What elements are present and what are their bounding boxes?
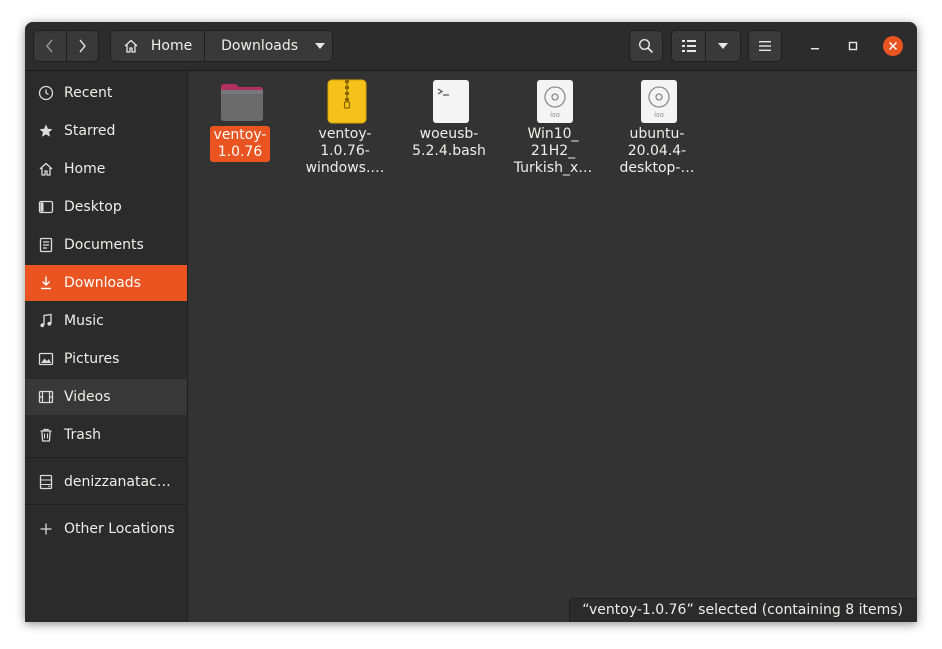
file-name-line: Win10_ — [527, 126, 579, 142]
sidebar-item-other-locations[interactable]: Other Locations — [25, 511, 187, 547]
sidebar-item-label: Downloads — [64, 275, 141, 291]
search-icon — [638, 38, 654, 54]
star-icon — [39, 124, 53, 137]
sidebar-item-starred[interactable]: Starred — [25, 113, 187, 149]
breadcrumb-home[interactable]: Home — [111, 31, 204, 61]
file-name-line: ventoy- — [213, 127, 267, 143]
sidebar-item-label: denizzanatac… — [64, 474, 171, 490]
sidebar-item-pictures[interactable]: Pictures — [25, 341, 187, 377]
file-manager-window: Home Downloads Recent Starred Home Deskt… — [25, 22, 917, 622]
sidebar-item-label: Recent — [64, 85, 113, 101]
main-menu-button[interactable] — [748, 30, 782, 62]
film-icon — [38, 390, 54, 404]
list-view-button[interactable] — [672, 31, 705, 61]
triangle-down-icon — [315, 43, 326, 49]
file-name-line: Turkish_x… — [513, 160, 593, 176]
minimize-icon — [811, 48, 819, 50]
zip-archive-icon — [327, 79, 367, 124]
file-name-line: ventoy- — [318, 126, 372, 142]
file-name-line: woeusb- — [419, 126, 479, 142]
file-name-line: 5.2.4.bash — [412, 143, 486, 159]
picture-icon — [38, 352, 54, 366]
sidebar-item-label: Music — [64, 313, 104, 329]
maximize-icon — [848, 41, 858, 51]
drive-icon — [39, 474, 53, 490]
file-name-line: windows.… — [305, 160, 385, 176]
file-name: Win10_ 21H2_ Turkish_x… — [503, 126, 603, 177]
minimize-button[interactable] — [803, 34, 827, 58]
sidebar-item-desktop[interactable]: Desktop — [25, 189, 187, 225]
sidebar-item-documents[interactable]: Documents — [25, 227, 187, 263]
header-bar: Home Downloads — [25, 22, 917, 71]
home-icon — [39, 162, 53, 176]
sidebar-item-trash[interactable]: Trash — [25, 417, 187, 453]
iso-disc-icon: iso — [641, 80, 677, 123]
file-grid: ventoy-1.0.76 ventoy- 1.0.76- windows.… — [188, 71, 917, 622]
sidebar-item-downloads[interactable]: Downloads — [25, 265, 187, 301]
iso-badge-label: iso — [654, 111, 664, 119]
sidebar-item-label: Trash — [64, 427, 101, 443]
chevron-right-icon — [79, 39, 87, 53]
sidebar-item-music[interactable]: Music — [25, 303, 187, 339]
file-name-line: 1.0.76 — [217, 144, 263, 160]
sidebar-item-label: Documents — [64, 237, 144, 253]
breadcrumb-downloads[interactable]: Downloads — [204, 31, 332, 61]
view-switcher — [671, 30, 741, 62]
music-note-icon — [40, 313, 52, 328]
file-name: woeusb- 5.2.4.bash — [399, 126, 499, 160]
breadcrumb: Home Downloads — [110, 30, 333, 62]
sidebar-item-label: Pictures — [64, 351, 120, 367]
home-icon — [124, 39, 138, 53]
navigation-buttons — [33, 30, 99, 62]
chevron-left-icon — [45, 39, 53, 53]
sidebar-item-label: Home — [64, 161, 106, 177]
desktop-icon — [38, 200, 54, 214]
search-button[interactable] — [629, 30, 663, 62]
breadcrumb-downloads-label: Downloads — [221, 38, 299, 54]
close-icon — [883, 36, 903, 56]
forward-button[interactable] — [65, 31, 99, 61]
sidebar-separator — [25, 504, 187, 505]
folder-icon — [221, 84, 263, 121]
sidebar-item-label: Other Locations — [64, 521, 175, 537]
plus-icon — [40, 523, 52, 535]
back-button[interactable] — [34, 31, 66, 61]
status-bar: “ventoy-1.0.76” selected (containing 8 i… — [569, 598, 917, 622]
sidebar-item-recent[interactable]: Recent — [25, 75, 187, 111]
sidebar-item-home[interactable]: Home — [25, 151, 187, 187]
file-name: ventoy- 1.0.76- windows.… — [295, 126, 395, 177]
iso-disc-icon: iso — [537, 80, 573, 123]
sidebar-item-videos[interactable]: Videos — [25, 379, 187, 415]
list-view-icon — [681, 40, 696, 52]
file-name-line: ubuntu- — [629, 126, 685, 142]
file-name: ventoy- 1.0.76 — [190, 126, 290, 162]
file-name-line: 20.04.4- — [627, 143, 687, 159]
file-name-line: 21H2_ — [530, 143, 576, 159]
sidebar: Recent Starred Home Desktop Documents Do… — [25, 71, 188, 622]
file-name-line: desktop-… — [619, 160, 695, 176]
sidebar-item-label: Desktop — [64, 199, 122, 215]
trash-icon — [40, 428, 52, 442]
file-name-line: 1.0.76- — [320, 143, 370, 159]
download-icon — [41, 276, 51, 290]
sidebar-item-label: Videos — [64, 389, 111, 405]
sidebar-separator — [25, 457, 187, 458]
maximize-button[interactable] — [841, 34, 865, 58]
hamburger-menu-icon — [759, 41, 771, 51]
view-options-button[interactable] — [705, 31, 740, 61]
iso-badge-label: iso — [550, 111, 560, 119]
sidebar-item-drive[interactable]: denizzanatac… — [25, 464, 187, 500]
triangle-down-icon — [718, 43, 728, 49]
close-button[interactable] — [881, 34, 905, 58]
clock-icon — [38, 85, 54, 101]
file-name: ubuntu- 20.04.4- desktop-… — [607, 126, 707, 177]
breadcrumb-home-label: Home — [150, 38, 193, 54]
document-icon — [39, 237, 53, 253]
sidebar-item-label: Starred — [64, 123, 116, 139]
script-icon — [433, 80, 469, 123]
